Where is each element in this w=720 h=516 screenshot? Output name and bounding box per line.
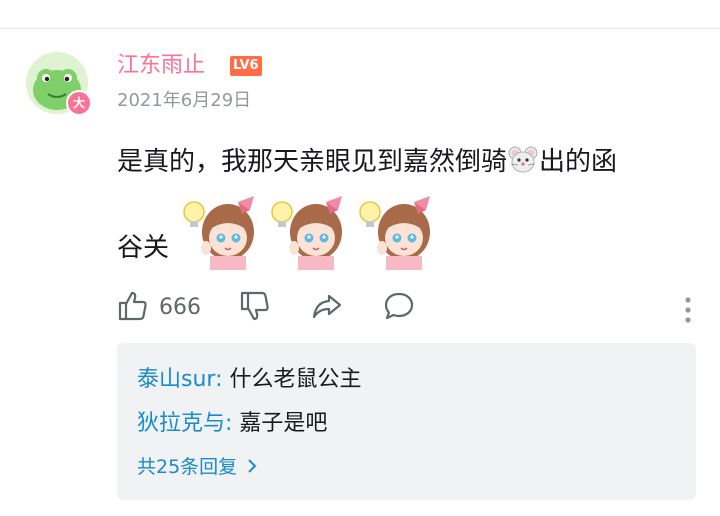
comment-date: 2021年6月29日 [117,90,252,111]
thumbs-down-icon[interactable] [239,290,271,322]
view-all-replies-label: 共25条回复 [137,456,238,478]
share-icon[interactable] [311,290,343,322]
thumbs-up-icon[interactable] [117,290,149,322]
more-vertical-icon[interactable] [684,296,692,324]
reply-item[interactable]: 狄拉克与: 嘉子是吧 [137,409,327,439]
comment-screen: 大 江东雨止 LV6 2021年6月29日 是真的，我那天亲眼见到嘉然倒骑 出的… [0,0,720,516]
view-all-replies-link[interactable]: 共25条回复 [137,453,257,482]
reply-separator: : [225,411,240,436]
reply-item[interactable]: 泰山sur: 什么老鼠公主 [137,365,362,395]
avatar-badge: 大 [66,90,92,116]
comment-action-bar: 666 [117,290,697,326]
comment-text-part1: 是真的，我那天亲眼见到嘉然倒骑 [117,147,508,177]
reply-text: 什么老鼠公主 [229,367,362,392]
idea-girl-sticker-3 [356,192,438,270]
top-divider [0,28,720,29]
avatar[interactable]: 大 [26,52,92,116]
mouse-face-emoji-icon [508,145,538,175]
comment-text-part2: 出的函 [539,147,618,177]
idea-girl-sticker-2 [268,192,350,270]
chevron-right-icon [247,454,257,482]
username[interactable]: 江东雨止 [117,52,205,80]
like-count: 666 [159,295,201,320]
level-badge: LV6 [230,56,262,76]
comment-text: 是真的，我那天亲眼见到嘉然倒骑 出的函 [117,140,707,184]
reply-text: 嘉子是吧 [239,411,328,436]
reply-username[interactable]: 泰山sur [137,367,215,392]
reply-preview-box[interactable]: 泰山sur: 什么老鼠公主 狄拉克与: 嘉子是吧 共25条回复 [117,343,696,500]
reply-separator: : [215,367,230,392]
comment-text-line2: 谷关 [117,233,170,263]
idea-girl-sticker-1 [180,192,262,270]
comment-icon[interactable] [383,290,415,322]
reply-username[interactable]: 狄拉克与 [137,411,225,436]
